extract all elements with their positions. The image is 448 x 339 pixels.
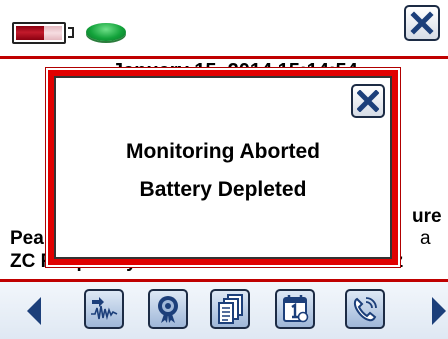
status-bar <box>0 0 448 56</box>
alert-dialog: Monitoring Aborted Battery Depleted <box>48 70 398 265</box>
documents-icon <box>218 294 243 324</box>
waveform-icon <box>91 297 118 321</box>
alert-message-line1: Monitoring Aborted <box>125 140 320 163</box>
header-divider <box>0 56 448 59</box>
right-header-label: ure <box>412 206 442 227</box>
certificate-seal-button[interactable] <box>148 289 188 329</box>
peak-label: Pea <box>10 228 44 249</box>
arrow-right-icon[interactable] <box>430 296 448 326</box>
alert-message-line2: Battery Depleted <box>139 178 307 201</box>
status-led-icon <box>86 23 126 41</box>
peak-value: a <box>420 228 431 249</box>
alert-dialog-body: Monitoring Aborted Battery Depleted <box>54 76 392 259</box>
phone-icon <box>353 297 377 322</box>
close-icon <box>357 90 379 112</box>
waveform-button[interactable] <box>84 289 124 329</box>
calendar-button[interactable] <box>275 289 315 329</box>
certificate-seal-icon <box>158 296 178 323</box>
close-icon <box>410 11 434 35</box>
battery-low-icon <box>12 22 66 44</box>
battery-terminal <box>68 27 74 38</box>
calendar-icon <box>283 295 309 323</box>
phone-button[interactable] <box>345 289 385 329</box>
dialog-close-button[interactable] <box>351 84 385 118</box>
close-button[interactable] <box>404 5 440 41</box>
documents-button[interactable] <box>210 289 250 329</box>
arrow-left-icon[interactable] <box>25 296 43 326</box>
